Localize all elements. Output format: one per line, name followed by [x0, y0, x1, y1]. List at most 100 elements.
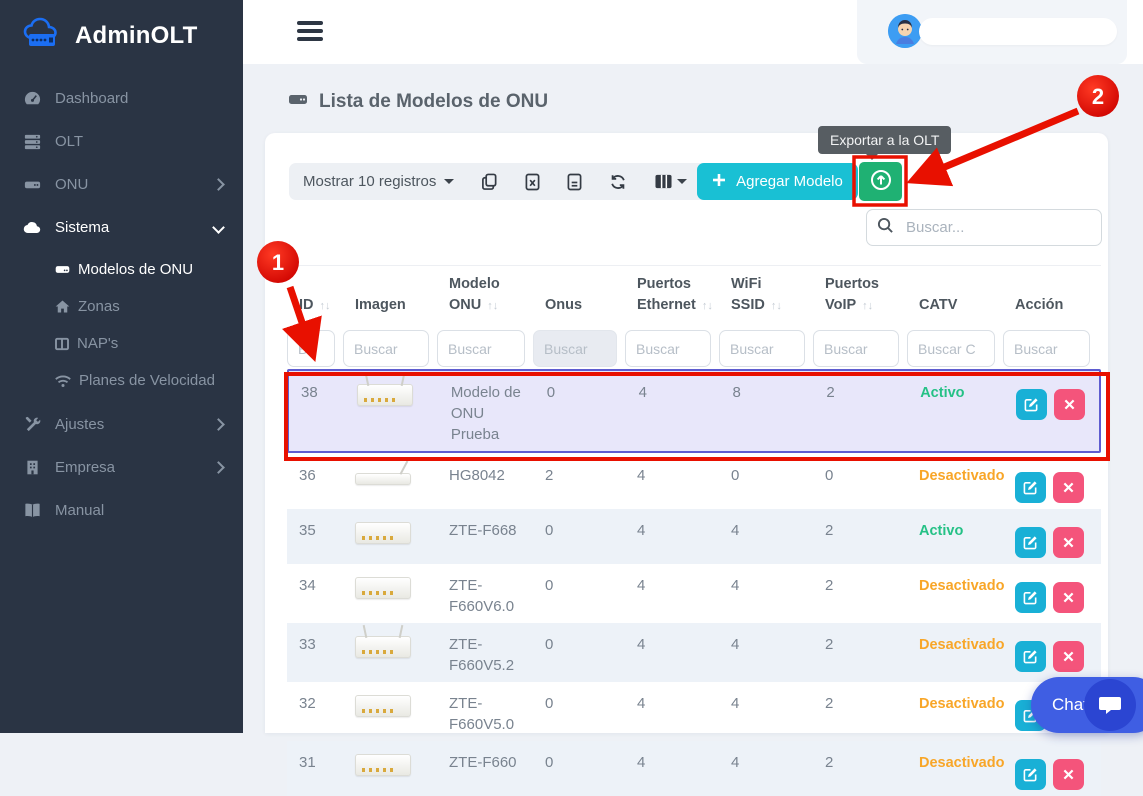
filter-input-modelo-onu[interactable] — [437, 330, 525, 367]
onu-product-image — [355, 473, 411, 485]
sidebar-item-olt[interactable]: OLT — [0, 120, 243, 163]
cell-onus: 2 — [533, 454, 625, 492]
device-icon — [54, 261, 71, 278]
filter-input-accion[interactable] — [1003, 330, 1090, 367]
chat-bubble-icon[interactable] — [1084, 679, 1136, 731]
export-to-olt-button[interactable] — [859, 162, 902, 201]
cell-imagen — [345, 371, 439, 412]
table-row[interactable]: 35 ZTE-F668 0 4 4 2 Activo — [287, 509, 1101, 564]
cell-id: 35 — [287, 509, 343, 547]
edit-button[interactable] — [1015, 472, 1046, 503]
sidebar-item-manual[interactable]: Manual — [0, 489, 243, 532]
edit-button[interactable] — [1015, 641, 1046, 672]
cell-modelo: HG8042 — [437, 454, 533, 492]
cell-ethernet: 4 — [625, 564, 719, 602]
cell-onus: 0 — [533, 564, 625, 602]
delete-button[interactable] — [1054, 389, 1085, 420]
sidebar-item-planes-de-velocidad[interactable]: Planes de Velocidad — [0, 362, 243, 399]
cell-imagen — [343, 564, 437, 605]
refresh-icon[interactable] — [609, 173, 627, 191]
cell-id: 38 — [289, 371, 345, 409]
status-badge: Desactivado — [919, 578, 1004, 594]
filter-input-id[interactable] — [287, 330, 335, 367]
filter-input-puertos-ethernet[interactable] — [625, 330, 711, 367]
column-header-puertos-ethernet[interactable]: Puertos Ethernet↑↓ — [625, 274, 719, 324]
sort-icon[interactable]: ↑↓ — [487, 300, 498, 312]
cell-voip: 2 — [813, 509, 907, 547]
column-header-wifi-ssid[interactable]: WiFi SSID↑↓ — [719, 274, 813, 324]
column-header-puertos-voip[interactable]: Puertos VoIP↑↓ — [813, 274, 907, 324]
cell-wifi: 4 — [719, 623, 813, 661]
table-row[interactable]: 33 ZTE-F660V5.2 0 4 4 2 Desactivado — [287, 623, 1101, 682]
onu-product-image — [355, 577, 411, 599]
sidebar-nav: Dashboard OLT ONU Sistema — [0, 77, 243, 532]
table-row[interactable]: 36 HG8042 2 4 0 0 Desactivado — [287, 454, 1101, 509]
excel-icon[interactable] — [525, 173, 540, 191]
add-model-button[interactable]: Agregar Modelo — [697, 163, 858, 200]
book-icon — [22, 501, 42, 521]
onu-product-image — [355, 754, 411, 776]
sidebar-item-empresa[interactable]: Empresa — [0, 446, 243, 489]
table-row[interactable]: 34 ZTE-F660V6.0 0 4 4 2 Desactivado — [287, 564, 1101, 623]
search-box[interactable] — [866, 209, 1102, 246]
delete-button[interactable] — [1053, 641, 1084, 672]
edit-button[interactable] — [1016, 389, 1047, 420]
hamburger-menu-icon[interactable] — [297, 21, 323, 45]
filter-input-imagen[interactable] — [343, 330, 429, 367]
brand-logo[interactable]: AdminOLT — [0, 0, 243, 69]
sidebar-item-label: Planes de Velocidad — [79, 372, 215, 389]
table-row[interactable]: 38 Modelo de ONU Prueba 0 4 8 2 Activo — [287, 369, 1101, 453]
sort-icon[interactable]: ↑↓ — [862, 300, 873, 312]
sidebar-item-onu[interactable]: ONU — [0, 163, 243, 206]
adminolt-app: { "app": { "brand": "AdminOLT" }, "sideb… — [0, 0, 1143, 733]
sidebar-item-modelos-de-onu[interactable]: Modelos de ONU — [0, 251, 243, 288]
onu-product-image — [355, 636, 411, 658]
filter-input-catv[interactable] — [907, 330, 995, 367]
sidebar-item-dashboard[interactable]: Dashboard — [0, 77, 243, 120]
sort-icon[interactable]: ↑↓ — [320, 300, 331, 312]
sidebar-item-sistema[interactable]: Sistema — [0, 206, 243, 249]
tools-icon — [22, 415, 42, 435]
brand-name: AdminOLT — [75, 22, 197, 50]
delete-button[interactable] — [1053, 582, 1084, 613]
sidebar-item-naps[interactable]: NAP's — [0, 325, 243, 362]
file-icon[interactable] — [567, 173, 582, 191]
column-header-modelo-onu[interactable]: Modelo ONU↑↓ — [437, 274, 533, 324]
onu-product-image — [357, 384, 413, 406]
filter-input-onus[interactable] — [533, 330, 617, 367]
edit-button[interactable] — [1015, 527, 1046, 558]
avatar[interactable] — [888, 14, 922, 48]
table-row[interactable]: 32 ZTE-F660V5.0 0 4 4 2 Desactivado — [287, 682, 1101, 741]
status-badge: Desactivado — [919, 468, 1004, 484]
table-row[interactable]: 31 ZTE-F660 0 4 4 2 Desactivado — [287, 741, 1101, 796]
delete-button[interactable] — [1053, 759, 1084, 790]
edit-button[interactable] — [1015, 759, 1046, 790]
delete-button[interactable] — [1053, 472, 1084, 503]
cell-wifi: 0 — [719, 454, 813, 492]
column-header-id[interactable]: ID↑↓ — [287, 295, 343, 324]
sidebar-item-zonas[interactable]: Zonas — [0, 288, 243, 325]
filter-input-wifi-ssid[interactable] — [719, 330, 805, 367]
filter-input-puertos-voip[interactable] — [813, 330, 899, 367]
sidebar-item-label: Sistema — [55, 219, 109, 236]
edit-button[interactable] — [1015, 582, 1046, 613]
columns-visibility-icon[interactable] — [654, 173, 687, 190]
plus-icon — [712, 173, 726, 191]
sidebar-item-label: NAP's — [77, 335, 118, 352]
cell-onus: 0 — [533, 741, 625, 779]
search-input[interactable] — [904, 218, 1091, 237]
user-panel[interactable] — [857, 0, 1127, 64]
copy-icon[interactable] — [481, 173, 498, 191]
delete-button[interactable] — [1053, 527, 1084, 558]
sort-icon[interactable]: ↑↓ — [702, 300, 713, 312]
chat-widget[interactable]: Chat — [1031, 677, 1143, 733]
show-entries-dropdown[interactable]: Mostrar 10 registros — [303, 173, 454, 190]
cell-wifi: 4 — [719, 741, 813, 779]
device-icon — [287, 88, 309, 116]
cell-id: 32 — [287, 682, 343, 720]
cell-modelo: ZTE-F660V5.0 — [437, 682, 533, 741]
sidebar-item-ajustes[interactable]: Ajustes — [0, 403, 243, 446]
sort-icon[interactable]: ↑↓ — [771, 300, 782, 312]
cell-ethernet: 4 — [625, 682, 719, 720]
export-tooltip: Exportar a la OLT — [818, 126, 951, 154]
